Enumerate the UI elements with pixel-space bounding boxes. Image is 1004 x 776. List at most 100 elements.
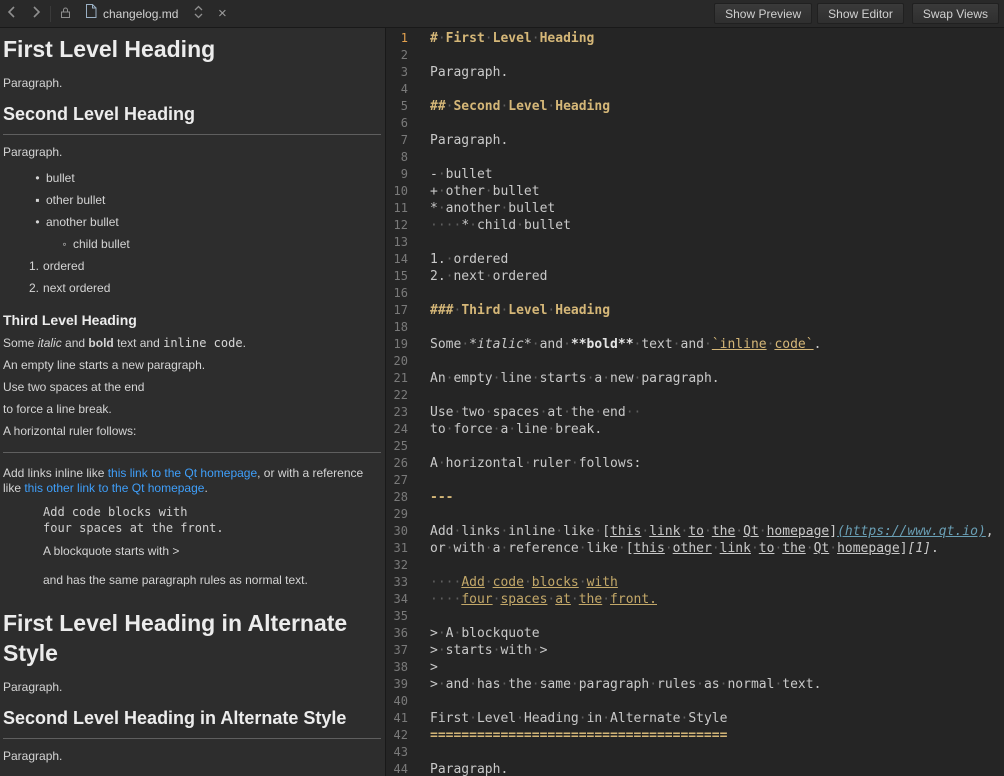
line-number[interactable]: 16 (386, 285, 426, 302)
swap-views-button[interactable]: Swap Views (912, 3, 999, 24)
line-number[interactable]: 10 (386, 183, 426, 200)
line-content[interactable] (426, 608, 430, 625)
line-content[interactable]: ###·Third·Level·Heading (426, 302, 610, 319)
line-number[interactable]: 7 (386, 132, 426, 149)
close-document-button[interactable]: × (210, 0, 234, 27)
line-number[interactable]: 3 (386, 64, 426, 81)
line-number[interactable]: 29 (386, 506, 426, 523)
line-number[interactable]: 37 (386, 642, 426, 659)
line-number[interactable]: 42 (386, 727, 426, 744)
editor-line[interactable]: 44Paragraph. (386, 761, 1004, 776)
editor-line[interactable]: 37>·starts·with·> (386, 642, 1004, 659)
editor-line[interactable]: 28--- (386, 489, 1004, 506)
line-content[interactable] (426, 387, 430, 404)
line-content[interactable] (426, 693, 430, 710)
line-content[interactable]: > (426, 659, 438, 676)
line-number[interactable]: 4 (386, 81, 426, 98)
editor-line[interactable]: 6 (386, 115, 1004, 132)
editor-line[interactable]: 16 (386, 285, 1004, 302)
qt-homepage-link[interactable]: this link to the Qt homepage (108, 466, 257, 480)
line-content[interactable]: Paragraph. (426, 761, 508, 776)
line-number[interactable]: 13 (386, 234, 426, 251)
line-number[interactable]: 28 (386, 489, 426, 506)
editor-line[interactable]: 39>·and·has·the·same·paragraph·rules·as·… (386, 676, 1004, 693)
line-number[interactable]: 40 (386, 693, 426, 710)
line-content[interactable] (426, 744, 430, 761)
line-number[interactable]: 35 (386, 608, 426, 625)
line-content[interactable]: ····Add·code·blocks·with (426, 574, 618, 591)
line-content[interactable] (426, 149, 430, 166)
line-number[interactable]: 5 (386, 98, 426, 115)
line-number[interactable]: 22 (386, 387, 426, 404)
line-number[interactable]: 20 (386, 353, 426, 370)
editor-line[interactable]: 42====================================== (386, 727, 1004, 744)
line-content[interactable]: #·First·Level·Heading (426, 30, 594, 47)
line-number[interactable]: 36 (386, 625, 426, 642)
line-number[interactable]: 44 (386, 761, 426, 776)
line-content[interactable]: Add·links·inline·like·[this·link·to·the·… (426, 523, 994, 540)
line-number[interactable]: 6 (386, 115, 426, 132)
show-preview-button[interactable]: Show Preview (714, 3, 812, 24)
editor-line[interactable]: 17###·Third·Level·Heading (386, 302, 1004, 319)
editor-line[interactable]: 7Paragraph. (386, 132, 1004, 149)
editor-line[interactable]: 26A·horizontal·ruler·follows: (386, 455, 1004, 472)
line-content[interactable] (426, 47, 430, 64)
editor-line[interactable]: 36>·A·blockquote (386, 625, 1004, 642)
editor-line[interactable]: 35 (386, 608, 1004, 625)
editor-line[interactable]: 23Use·two·spaces·at·the·end·· (386, 404, 1004, 421)
line-content[interactable]: Use·two·spaces·at·the·end·· (426, 404, 641, 421)
editor-line[interactable]: 19Some·*italic*·and·**bold**·text·and·`i… (386, 336, 1004, 353)
pin-document-button[interactable] (53, 0, 77, 27)
editor-line[interactable]: 18 (386, 319, 1004, 336)
editor-line[interactable]: 21An·empty·line·starts·a·new·paragraph. (386, 370, 1004, 387)
line-number[interactable]: 2 (386, 47, 426, 64)
line-content[interactable]: 1.·ordered (426, 251, 508, 268)
line-number[interactable]: 38 (386, 659, 426, 676)
back-button[interactable] (0, 0, 24, 27)
line-number[interactable]: 24 (386, 421, 426, 438)
show-editor-button[interactable]: Show Editor (817, 3, 904, 24)
line-content[interactable]: Some·*italic*·and·**bold**·text·and·`inl… (426, 336, 821, 353)
editor-line[interactable]: 8 (386, 149, 1004, 166)
editor-line[interactable]: 11*·another·bullet (386, 200, 1004, 217)
editor-line[interactable]: 34····four·spaces·at·the·front. (386, 591, 1004, 608)
line-content[interactable]: -·bullet (426, 166, 493, 183)
line-number[interactable]: 18 (386, 319, 426, 336)
line-content[interactable]: to·force·a·line·break. (426, 421, 602, 438)
line-content[interactable] (426, 438, 430, 455)
line-number[interactable]: 23 (386, 404, 426, 421)
editor-line[interactable]: 38> (386, 659, 1004, 676)
markdown-preview-pane[interactable]: First Level Heading Paragraph. Second Le… (0, 28, 385, 776)
line-number[interactable]: 1 (386, 30, 426, 47)
line-number[interactable]: 34 (386, 591, 426, 608)
editor-line[interactable]: 22 (386, 387, 1004, 404)
line-number[interactable]: 9 (386, 166, 426, 183)
line-number[interactable]: 31 (386, 540, 426, 557)
editor-line[interactable]: 3Paragraph. (386, 64, 1004, 81)
line-content[interactable]: 2.·next·ordered (426, 268, 547, 285)
line-content[interactable]: ##·Second·Level·Heading (426, 98, 610, 115)
editor-line[interactable]: 32 (386, 557, 1004, 574)
line-content[interactable]: >·starts·with·> (426, 642, 547, 659)
editor-line[interactable]: 40 (386, 693, 1004, 710)
editor-line[interactable]: 9-·bullet (386, 166, 1004, 183)
line-number[interactable]: 8 (386, 149, 426, 166)
line-number[interactable]: 32 (386, 557, 426, 574)
line-number[interactable]: 21 (386, 370, 426, 387)
line-number[interactable]: 30 (386, 523, 426, 540)
line-number[interactable]: 15 (386, 268, 426, 285)
line-number[interactable]: 25 (386, 438, 426, 455)
editor-line[interactable]: 25 (386, 438, 1004, 455)
editor-line[interactable]: 33····Add·code·blocks·with (386, 574, 1004, 591)
line-content[interactable]: *·another·bullet (426, 200, 555, 217)
editor-line[interactable]: 30Add·links·inline·like·[this·link·to·th… (386, 523, 1004, 540)
line-content[interactable]: or·with·a·reference·like·[this·other·lin… (426, 540, 939, 557)
line-content[interactable]: Paragraph. (426, 132, 508, 149)
editor-line[interactable]: 31or·with·a·reference·like·[this·other·l… (386, 540, 1004, 557)
line-content[interactable]: >·A·blockquote (426, 625, 540, 642)
editor-line[interactable]: 4 (386, 81, 1004, 98)
line-content[interactable]: First·Level·Heading·in·Alternate·Style (426, 710, 727, 727)
line-content[interactable]: >·and·has·the·same·paragraph·rules·as·no… (426, 676, 821, 693)
qt-homepage-reference-link[interactable]: this other link to the Qt homepage (24, 481, 204, 495)
line-content[interactable] (426, 319, 430, 336)
